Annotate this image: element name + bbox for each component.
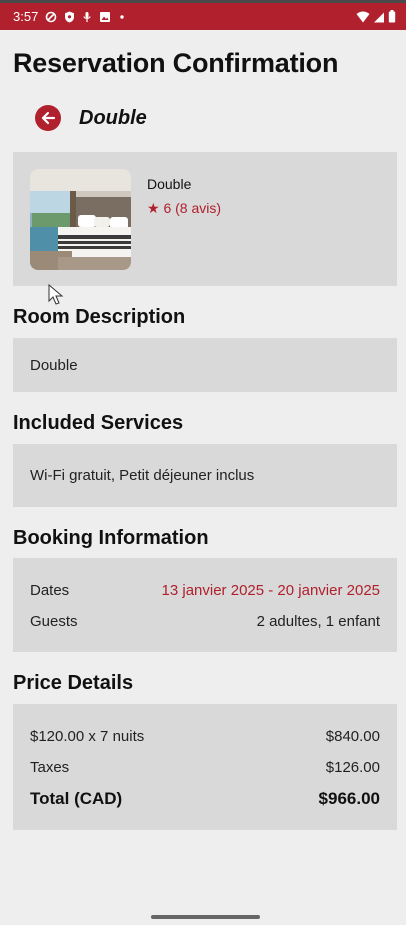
included-services-heading: Included Services — [13, 412, 184, 434]
shield-icon — [65, 11, 75, 22]
page-title: Reservation Confirmation — [13, 48, 339, 78]
back-button[interactable] — [35, 105, 61, 131]
taxes-value: $126.00 — [325, 759, 380, 776]
total-label: Total (CAD) — [30, 789, 123, 808]
nights-row: $120.00 x 7 nuits $840.00 — [30, 728, 380, 745]
room-description-card: Double — [13, 338, 397, 392]
status-bar: 3:57 — [0, 0, 406, 30]
room-name: Double — [147, 176, 192, 192]
guests-label: Guests — [30, 613, 78, 630]
included-services-text: Wi-Fi gratuit, Petit déjeuner inclus — [30, 467, 255, 484]
vpn-key-icon — [46, 11, 57, 22]
price-details-card: $120.00 x 7 nuits $840.00 Taxes $126.00 … — [13, 704, 397, 830]
mic-icon — [83, 11, 91, 22]
dot-icon — [120, 14, 125, 19]
room-photo — [30, 169, 131, 270]
status-time: 3:57 — [13, 9, 39, 24]
dates-label: Dates — [30, 582, 70, 599]
room-description-text: Double — [30, 357, 78, 374]
signal-icon — [374, 12, 384, 22]
nights-label: $120.00 x 7 nuits — [30, 728, 145, 745]
back-arrow-icon — [41, 111, 56, 125]
photo-icon — [100, 11, 111, 22]
wifi-icon — [356, 11, 370, 22]
taxes-label: Taxes — [30, 759, 70, 776]
home-indicator[interactable] — [151, 915, 260, 919]
total-row: Total (CAD) $966.00 — [30, 789, 380, 809]
dates-row: Dates 13 janvier 2025 - 20 janvier 2025 — [30, 582, 380, 599]
nights-value: $840.00 — [325, 728, 380, 745]
room-rating: ★ 6 (8 avis) — [147, 200, 222, 216]
status-right — [356, 10, 396, 23]
room-card: Double ★ 6 (8 avis) — [13, 152, 397, 286]
booking-information-card: Dates 13 janvier 2025 - 20 janvier 2025 … — [13, 558, 397, 652]
header-room-name: Double — [79, 106, 147, 129]
cursor-icon — [48, 284, 64, 305]
taxes-row: Taxes $126.00 — [30, 759, 380, 776]
header-row: Double — [35, 103, 147, 133]
price-details-heading: Price Details — [13, 672, 134, 694]
room-description-heading: Room Description — [13, 306, 186, 328]
guests-value: 2 adultes, 1 enfant — [256, 613, 380, 630]
booking-information-heading: Booking Information — [13, 527, 209, 549]
included-services-card: Wi-Fi gratuit, Petit déjeuner inclus — [13, 444, 397, 507]
battery-icon — [388, 10, 396, 23]
guests-row: Guests 2 adultes, 1 enfant — [30, 613, 380, 630]
dates-value: 13 janvier 2025 - 20 janvier 2025 — [161, 582, 380, 599]
status-left: 3:57 — [13, 9, 126, 24]
total-value: $966.00 — [318, 789, 380, 808]
